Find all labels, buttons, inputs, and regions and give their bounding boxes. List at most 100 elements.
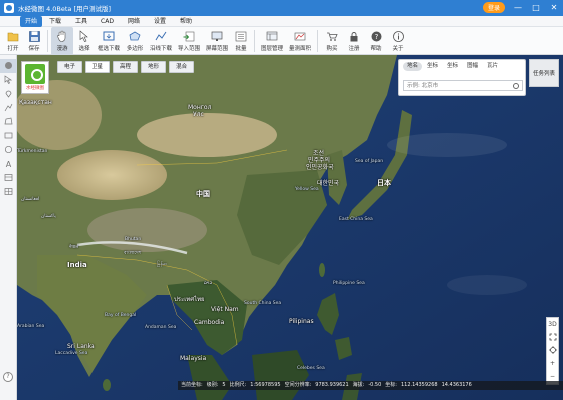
tool-table[interactable] <box>0 171 17 185</box>
pan-button[interactable]: 漫游 <box>51 27 73 55</box>
menu-settings[interactable]: 设置 <box>147 16 173 27</box>
status-lat: 14.4363176 <box>441 382 472 388</box>
locate-button[interactable] <box>547 344 558 357</box>
area-measure-button[interactable]: 量测面积 <box>286 27 314 55</box>
tab-hybrid[interactable]: 混合 <box>169 61 195 73</box>
title-bar: 水经微图 4.0Beta [用户测试版] 登录 — □ ✕ <box>0 0 563 16</box>
label-north-korea-3: 인민공화국 <box>306 164 334 171</box>
label-china: 中国 <box>196 190 210 198</box>
tool-text[interactable]: A <box>0 157 17 171</box>
menu-help[interactable]: 帮助 <box>173 16 199 27</box>
login-button[interactable]: 登录 <box>482 2 505 13</box>
search-input[interactable] <box>403 80 523 91</box>
batch-button[interactable]: 批量 <box>231 27 251 55</box>
help-button[interactable]: ? 帮助 <box>365 27 387 55</box>
maximize-button[interactable]: □ <box>531 3 541 13</box>
import-range-button[interactable]: 导入范围 <box>175 27 203 55</box>
app-logo-icon <box>4 3 14 13</box>
label-afghanistan: افغانستان <box>21 197 40 202</box>
info-icon <box>392 30 404 42</box>
task-list-button[interactable]: 任务列表 <box>529 59 559 87</box>
label-japan: 日本 <box>377 179 391 187</box>
tool-rectangle[interactable] <box>0 129 17 143</box>
status-elevation: -0.50 <box>368 382 382 388</box>
label-mongolia-2: Улс <box>193 111 204 118</box>
tool-select[interactable] <box>0 73 17 87</box>
area-measure-icon <box>294 30 306 42</box>
label-bangladesh: বাংলাদেশ <box>124 251 142 256</box>
grid-icon <box>4 187 13 198</box>
label-andaman-sea: Andaman Sea <box>145 325 177 330</box>
map-view[interactable]: Қазақстан Türkmenistan افغانستان پاکستان… <box>17 55 563 400</box>
status-coord-label: 坐标: <box>385 382 397 388</box>
label-south-china-sea: South China Sea <box>244 301 282 306</box>
minimize-button[interactable]: — <box>513 3 523 13</box>
tab-electronic[interactable]: 电子 <box>57 61 83 73</box>
label-myanmar: မြန်မာ <box>157 262 168 267</box>
search-tab-sheet[interactable]: 图幅 <box>463 62 482 71</box>
rect-download-button[interactable]: 框选下载 <box>95 27 123 55</box>
label-philippine-sea: Philippine Sea <box>333 281 365 286</box>
rect-download-icon <box>103 30 115 42</box>
status-current-coord-label: 当前坐标: <box>181 382 203 388</box>
zoom-in-button[interactable]: + <box>547 357 558 370</box>
tab-satellite[interactable]: 卫星 <box>85 61 111 73</box>
register-button[interactable]: 注册 <box>343 27 365 55</box>
select-button[interactable]: 选择 <box>73 27 95 55</box>
status-bar: 当前坐标: 级别: 5 比例尺: 1:56978595 空间分辨率: 9783.… <box>178 381 563 390</box>
label-yellow-sea: Yellow Sea <box>295 187 319 192</box>
tool-grid[interactable] <box>0 185 17 199</box>
tool-point[interactable] <box>0 87 17 101</box>
search-tab-coordinate-2[interactable]: 坐标 <box>443 62 462 71</box>
tool-pan[interactable] <box>0 59 17 73</box>
menu-tools[interactable]: 工具 <box>68 16 94 27</box>
tab-terrain[interactable]: 地形 <box>141 61 167 73</box>
3d-button[interactable]: 3D <box>547 318 558 331</box>
label-kazakhstan: Қазақстан <box>19 99 52 106</box>
status-level: 5 <box>222 382 226 388</box>
import-range-icon <box>183 30 195 42</box>
search-tab-coordinate[interactable]: 坐标 <box>423 62 442 71</box>
menu-cad[interactable]: CAD <box>94 16 121 27</box>
map-type-tabs: 电子 卫星 高程 地形 混合 <box>57 61 195 73</box>
polyline-download-icon <box>155 30 167 42</box>
left-tool-strip: A <box>0 55 17 400</box>
buy-button[interactable]: 购买 <box>321 27 343 55</box>
polyline-download-button[interactable]: 沿线下载 <box>147 27 175 55</box>
search-tab-placename[interactable]: 地名 <box>403 62 423 71</box>
menu-download[interactable]: 下载 <box>42 16 68 27</box>
fit-extent-button[interactable] <box>547 331 558 344</box>
screen-range-button[interactable]: 屏幕范围 <box>203 27 231 55</box>
save-button[interactable]: 保存 <box>24 27 44 55</box>
open-button[interactable]: 打开 <box>2 27 24 55</box>
tool-circle[interactable] <box>0 143 17 157</box>
layer-manager-button[interactable]: 图层管理 <box>258 27 286 55</box>
label-philippines: Pilipinas <box>289 318 314 325</box>
label-malaysia: Malaysia <box>180 355 207 362</box>
polygon-button[interactable]: 多边形 <box>123 27 147 55</box>
search-icon[interactable] <box>513 83 519 89</box>
menu-bar: 开始 下载 工具 CAD 网络 设置 帮助 <box>0 15 563 27</box>
tool-polygon[interactable] <box>0 115 17 129</box>
help-icon[interactable]: ? <box>3 372 13 382</box>
toolbar-divider <box>47 30 48 52</box>
close-button[interactable]: ✕ <box>549 3 559 13</box>
tool-line[interactable] <box>0 101 17 115</box>
line-icon <box>4 103 13 114</box>
label-bhutan: Bhutan <box>125 237 142 242</box>
search-tab-tile[interactable]: 瓦片 <box>483 62 502 71</box>
menu-start[interactable]: 开始 <box>20 15 43 27</box>
about-button[interactable]: 关于 <box>387 27 409 55</box>
menu-network[interactable]: 网络 <box>121 16 147 27</box>
label-sri-lanka: Sri Lanka <box>67 343 95 350</box>
map-logo: 水经微图 <box>21 61 49 94</box>
tab-elevation[interactable]: 高程 <box>113 61 139 73</box>
label-cambodia: Cambodia <box>194 319 225 326</box>
question-icon: ? <box>370 30 382 42</box>
label-pakistan: پاکستان <box>41 214 56 219</box>
label-turkmenistan: Türkmenistan <box>17 149 48 154</box>
layers-icon <box>266 30 278 42</box>
label-laos: ລາວ <box>204 281 213 286</box>
text-icon: A <box>5 159 12 169</box>
pin-icon <box>4 89 13 100</box>
